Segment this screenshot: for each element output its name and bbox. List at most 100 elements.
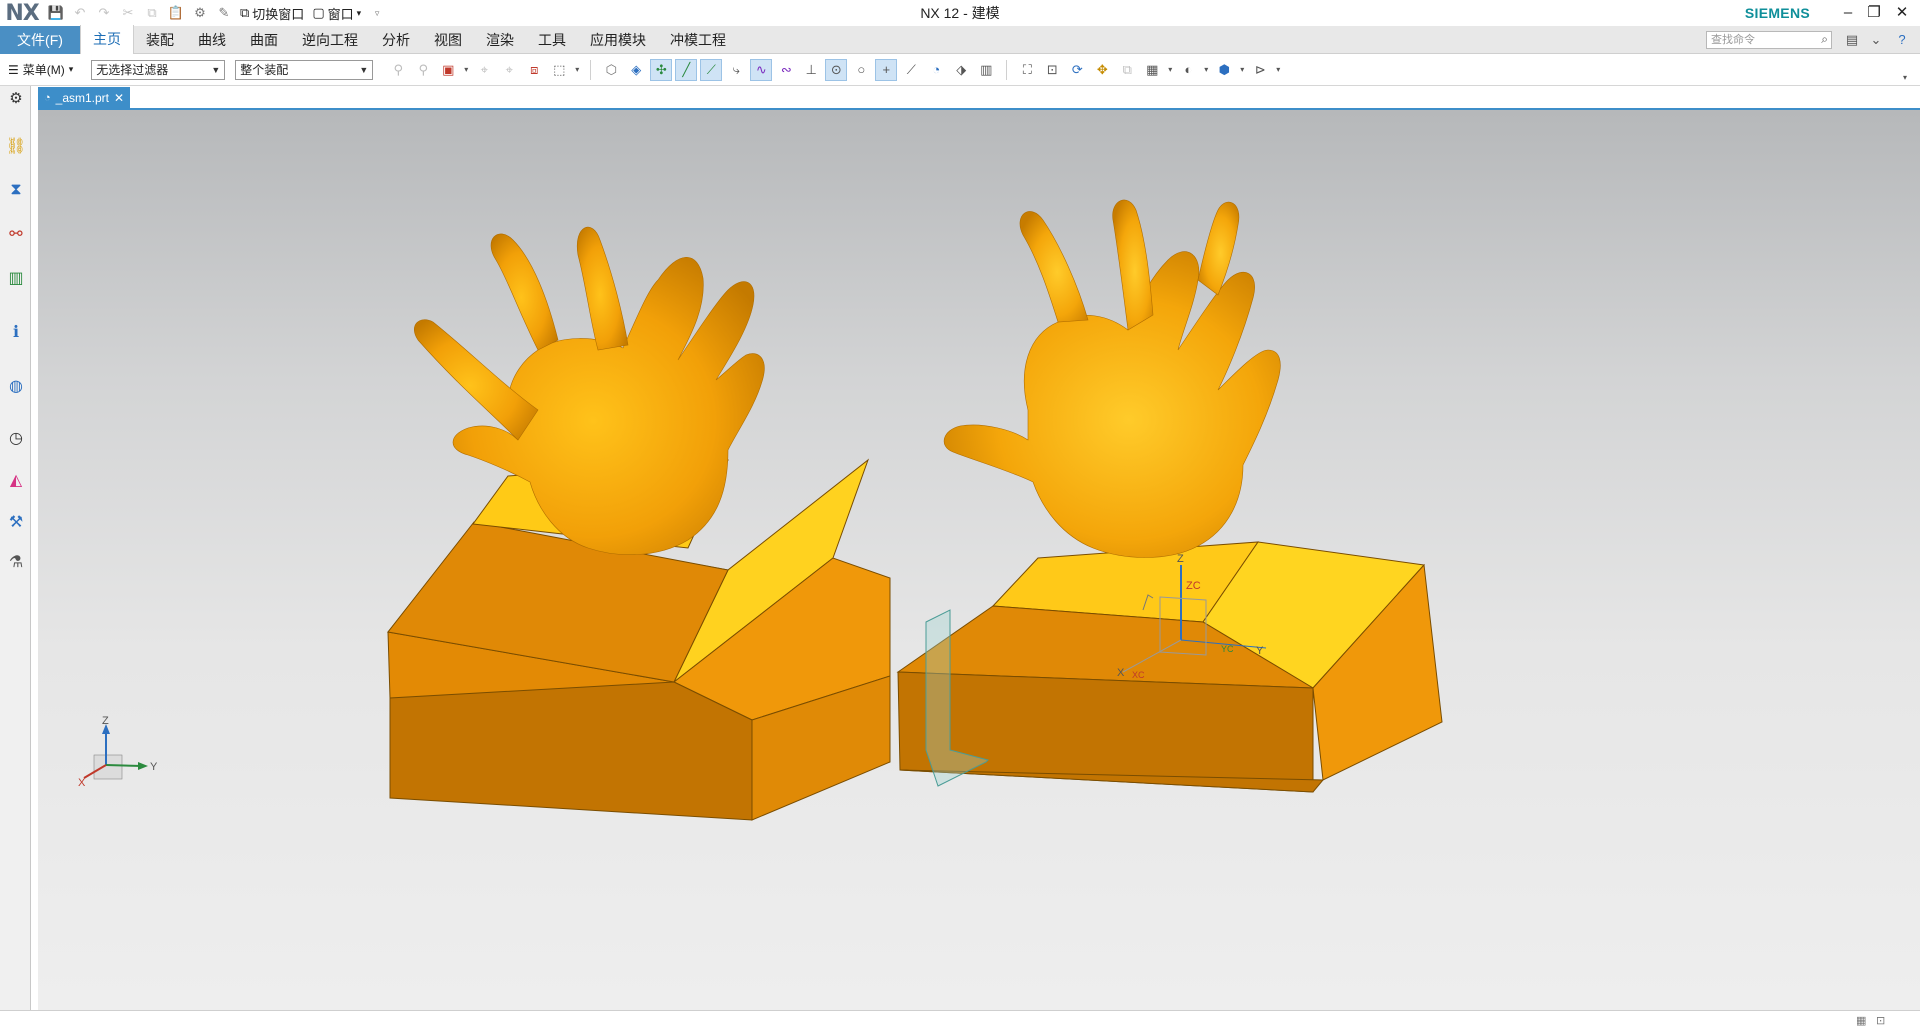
select-body-icon[interactable]: ⬡ <box>600 59 622 81</box>
restore-icon[interactable]: ❐ <box>1862 2 1886 24</box>
selection-scope-dropdown[interactable]: 整个装配 ▼ <box>235 59 374 80</box>
control-point-icon[interactable]: ⤷ <box>725 59 747 81</box>
type-filter-dropdown[interactable]: 无选择过滤器 ▼ <box>91 59 226 80</box>
minimize-icon[interactable]: – <box>1836 2 1860 24</box>
document-tab[interactable]: ◔ _asm1.prt ✕ <box>38 87 131 109</box>
ribbon-options-icon[interactable]: ▤ <box>1844 32 1860 48</box>
customize-quick-access-icon[interactable]: ▿ <box>365 2 389 24</box>
repeat-command-icon[interactable]: ⚙ <box>188 2 212 24</box>
selection-options-icon[interactable]: ▣ <box>437 59 459 81</box>
collapse-ribbon-icon[interactable]: ⌄ <box>1868 32 1884 48</box>
csys-y-label: Y <box>1256 645 1264 657</box>
command-search-input[interactable]: 查找命令 <box>1706 31 1832 49</box>
close-icon[interactable]: ✕ <box>1890 2 1914 24</box>
tab-file[interactable]: 文件(F) <box>0 25 80 54</box>
web-browser-icon[interactable]: ◍ <box>4 374 28 398</box>
existing-point-icon[interactable]: + <box>875 58 898 81</box>
paste-icon[interactable]: 📋 <box>164 2 188 24</box>
search-icon[interactable]: ⌕ <box>1821 32 1828 47</box>
redo-icon[interactable]: ↷ <box>92 2 116 24</box>
select-face-icon[interactable]: ◈ <box>625 59 647 81</box>
tab-tools[interactable]: 工具 <box>526 26 578 54</box>
cut-icon[interactable]: ✂ <box>116 2 140 24</box>
chevron-down-icon[interactable]: ▾ <box>573 59 581 81</box>
csys-x-label: X <box>1117 667 1125 679</box>
quadrant-point-icon[interactable]: ○ <box>850 59 872 81</box>
tab-surface[interactable]: 曲面 <box>238 26 290 54</box>
rotate-icon[interactable]: ⟳ <box>1066 59 1088 81</box>
assembly-navigator-icon[interactable]: ⛓ <box>4 134 28 158</box>
arc-center-icon[interactable]: ∾ <box>775 59 797 81</box>
switch-window-icon: ⧉ <box>240 5 250 20</box>
constraint-navigator-icon[interactable]: ⧗ <box>4 178 28 202</box>
rectangle-select-icon[interactable]: ⬚ <box>548 59 570 81</box>
chevron-down-icon: ▾ <box>356 7 362 18</box>
view-triad-icon[interactable]: ▥ <box>975 59 997 81</box>
manufacturing-wizard-icon[interactable]: ⚗ <box>4 550 28 574</box>
point-on-curve-icon[interactable]: ⟋ <box>900 59 922 81</box>
snap-point-icon[interactable]: ✣ <box>650 58 673 81</box>
chevron-down-icon[interactable]: ▾ <box>1238 59 1246 81</box>
history-icon[interactable]: ◷ <box>4 426 28 450</box>
menu-button[interactable]: ☰ 菜单(M) ▾ <box>0 61 81 78</box>
window-menu-button[interactable]: ▢ 窗口 ▾ <box>308 2 365 24</box>
part-file-icon: ◔ <box>44 92 51 104</box>
status-fullscreen-icon[interactable]: ⊡ <box>1876 1014 1892 1028</box>
menu-icon: ☰ <box>8 62 19 77</box>
mid-point-icon[interactable]: ⟋ <box>700 58 723 81</box>
save-icon[interactable]: 💾 <box>44 2 68 24</box>
view-orientation-icon[interactable]: ▦ <box>1141 59 1163 81</box>
triad-x-label: X <box>78 777 86 789</box>
tangent-point-icon[interactable]: ⊥ <box>800 59 822 81</box>
bounded-grid-icon[interactable]: ⬗ <box>950 59 972 81</box>
chevron-down-icon[interactable]: ▾ <box>462 59 470 81</box>
left-hand-model[interactable] <box>414 227 765 555</box>
tab-die-engineering[interactable]: 冲模工程 <box>658 26 738 54</box>
visualization-icon[interactable]: ◭ <box>4 468 28 492</box>
general-selection-icon[interactable]: ⚲ <box>387 59 409 81</box>
graphics-window[interactable]: Z ZC X XC Y YC Z Y X <box>38 110 1920 1010</box>
process-studio-icon[interactable]: ⚒ <box>4 510 28 534</box>
circle-center-icon[interactable]: ⊙ <box>825 58 848 81</box>
touch-mode-icon[interactable]: ✎ <box>212 2 236 24</box>
tab-analysis[interactable]: 分析 <box>370 26 422 54</box>
end-point-icon[interactable]: ╱ <box>675 58 698 81</box>
settings-icon[interactable]: ⚙ <box>4 86 28 110</box>
tab-view[interactable]: 视图 <box>422 26 474 54</box>
part-navigator-icon[interactable]: ⚯ <box>4 222 28 246</box>
chevron-down-icon[interactable]: ▾ <box>1274 59 1282 81</box>
undo-icon[interactable]: ↶ <box>68 2 92 24</box>
fit-view-icon[interactable]: ⛶ <box>1016 59 1038 81</box>
render-style-icon[interactable]: ◐ <box>1177 59 1199 81</box>
pan-icon[interactable]: ✥ <box>1091 59 1113 81</box>
copy-icon[interactable]: ⧉ <box>140 2 164 24</box>
shaded-with-edges-icon[interactable]: ⬢ <box>1213 59 1235 81</box>
tab-home[interactable]: 主页 <box>80 25 134 54</box>
tab-assembly[interactable]: 装配 <box>134 26 186 54</box>
intersection-point-icon[interactable]: ∿ <box>750 58 773 81</box>
close-tab-icon[interactable]: ✕ <box>114 87 124 109</box>
status-selection-icon[interactable]: ▦ <box>1856 1014 1872 1028</box>
menu-label: 菜单(M) <box>22 63 65 77</box>
chevron-down-icon[interactable]: ▾ <box>1166 59 1174 81</box>
zoom-icon[interactable]: ⊡ <box>1041 59 1063 81</box>
feature-group-icon[interactable]: ⌖ <box>498 59 520 81</box>
tab-curve[interactable]: 曲线 <box>186 26 238 54</box>
toolbar-overflow-icon[interactable]: ▾ <box>1894 66 1916 88</box>
select-all-icon[interactable]: ⚲ <box>412 59 434 81</box>
point-on-face-icon[interactable]: ◔ <box>925 59 947 81</box>
model-scene[interactable]: Z ZC X XC Y YC Z Y X <box>38 110 1920 1010</box>
reuse-library-icon[interactable]: ▥ <box>4 266 28 290</box>
hd3d-tools-icon[interactable]: ℹ <box>4 320 28 344</box>
show-hide-icon[interactable]: ⊳ <box>1249 59 1271 81</box>
filter-options-icon[interactable]: ⧈ <box>523 59 545 81</box>
switch-window-button[interactable]: ⧉ 切换窗口 <box>236 2 308 24</box>
tab-application[interactable]: 应用模块 <box>578 26 658 54</box>
tab-reverse-engineering[interactable]: 逆向工程 <box>290 26 370 54</box>
deselect-all-icon[interactable]: ⌖ <box>473 59 495 81</box>
right-hand-model[interactable] <box>943 199 1281 558</box>
help-icon[interactable]: ? <box>1894 32 1910 48</box>
chevron-down-icon[interactable]: ▾ <box>1202 59 1210 81</box>
layer-settings-icon[interactable]: ⧉ <box>1116 59 1138 81</box>
tab-render[interactable]: 渲染 <box>474 26 526 54</box>
